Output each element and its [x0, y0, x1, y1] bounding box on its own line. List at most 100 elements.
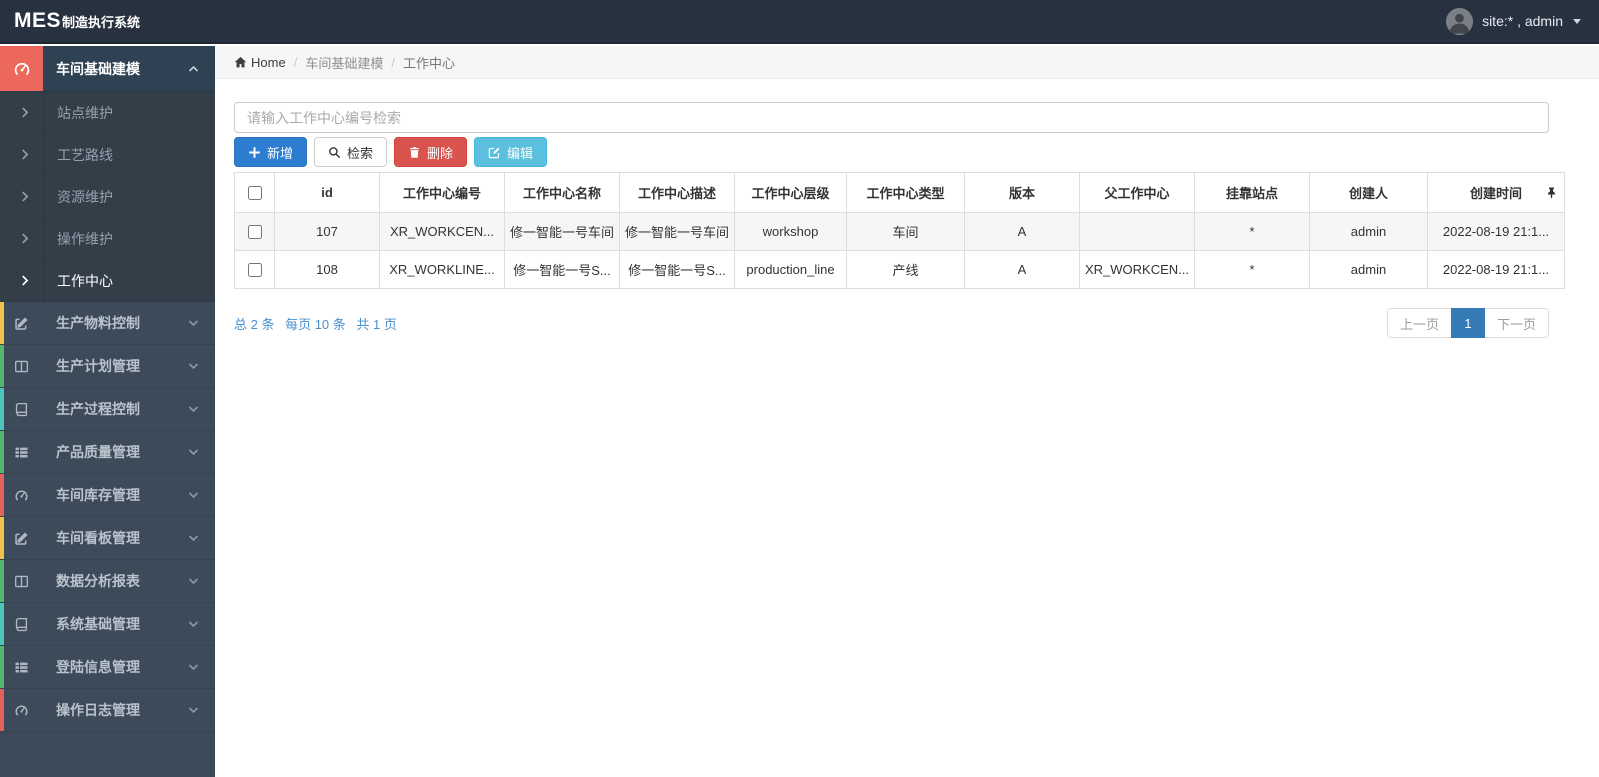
- sidebar-subitem[interactable]: 操作维护: [0, 218, 215, 260]
- content-area: Home / 车间基础建模 / 工作中心 新增 检索: [215, 46, 1599, 777]
- section-color-strip: [0, 388, 4, 430]
- search-button-label: 检索: [347, 145, 374, 161]
- row-select-cell: [234, 250, 275, 289]
- edit-button[interactable]: 编辑: [474, 137, 548, 167]
- sidebar-item[interactable]: 系统基础管理: [0, 603, 215, 646]
- col-header-type: 工作中心类型: [846, 172, 965, 213]
- cell-id: 108: [274, 250, 380, 289]
- sidebar-item[interactable]: 生产计划管理: [0, 345, 215, 388]
- section-color-strip: [0, 603, 4, 645]
- user-menu[interactable]: site:* , admin: [1446, 7, 1581, 35]
- row-select-cell: [234, 212, 275, 251]
- prev-page-button[interactable]: 上一页: [1386, 308, 1452, 338]
- top-navbar: MES 制造执行系统 site:* , admin: [0, 0, 1599, 44]
- list-icon: [0, 445, 43, 460]
- sidebar-item-label: 系统基础管理: [56, 616, 140, 632]
- section-color-strip: [0, 517, 4, 559]
- table-header-row: id 工作中心编号 工作中心名称 工作中心描述 工作中心层级 工作中心类型 版本…: [234, 172, 1565, 213]
- pagination: 上一页 1 下一页: [1386, 308, 1549, 338]
- sidebar-subitem-label: 工作中心: [57, 272, 113, 289]
- sidebar-subitem-label: 工艺路线: [57, 146, 113, 163]
- chevron-down-icon: [188, 576, 199, 586]
- chevron-down-icon: [188, 705, 199, 715]
- edit-icon: [0, 531, 43, 546]
- section-color-strip: [0, 345, 4, 387]
- trash-icon: [408, 146, 421, 159]
- search-input[interactable]: [234, 102, 1549, 133]
- sidebar-item[interactable]: 登陆信息管理: [0, 646, 215, 689]
- workcenter-table: id 工作中心编号 工作中心名称 工作中心描述 工作中心层级 工作中心类型 版本…: [234, 172, 1565, 289]
- sidebar-item[interactable]: 车间库存管理: [0, 474, 215, 517]
- chevron-right-icon: [21, 107, 30, 118]
- col-header-created-label: 创建时间: [1469, 186, 1522, 201]
- sidebar-item[interactable]: 产品质量管理: [0, 431, 215, 474]
- cell-station: *: [1194, 212, 1310, 251]
- chevron-up-icon: [188, 64, 199, 74]
- sidebar-item-label: 生产物料控制: [56, 315, 140, 331]
- col-header-desc: 工作中心描述: [619, 172, 735, 213]
- chevron-right-icon: [21, 191, 30, 202]
- cell-created: 2022-08-19 21:1...: [1427, 212, 1565, 251]
- sidebar-item-label: 车间基础建模: [56, 60, 140, 77]
- sidebar-item-label: 产品质量管理: [56, 444, 140, 460]
- select-all-cell: [234, 172, 275, 213]
- col-header-id: id: [274, 172, 380, 213]
- row-checkbox[interactable]: [247, 225, 262, 240]
- sidebar-item[interactable]: 数据分析报表: [0, 560, 215, 603]
- section-color-strip: [0, 474, 4, 516]
- chevron-down-icon: [188, 533, 199, 543]
- table-row[interactable]: 108 XR_WORKLINE... 修一智能一号S... 修一智能一号S...…: [234, 250, 1565, 289]
- add-button[interactable]: 新增: [234, 137, 308, 167]
- search-button[interactable]: 检索: [314, 137, 388, 167]
- cell-level: workshop: [734, 212, 847, 251]
- sidebar-item-label: 登陆信息管理: [56, 659, 140, 675]
- cell-desc: 修一智能一号S...: [619, 250, 735, 289]
- pin-icon[interactable]: [1547, 187, 1556, 198]
- cell-version: A: [964, 250, 1080, 289]
- edit-icon: [0, 316, 43, 331]
- cell-creator: admin: [1309, 250, 1428, 289]
- delete-button-label: 删除: [427, 145, 454, 161]
- page-body: 新增 检索 删除 编辑: [215, 79, 1599, 338]
- section-color-strip: [0, 689, 4, 731]
- sidebar-item[interactable]: 生产物料控制: [0, 302, 215, 345]
- sidebar-item-workshop-base-modeling[interactable]: 车间基础建模: [0, 46, 215, 92]
- section-color-strip: [0, 431, 4, 473]
- page-size: 每页 10 条: [285, 316, 346, 332]
- sidebar-subitem[interactable]: 资源维护: [0, 176, 215, 218]
- cell-name: 修一智能一号S...: [504, 250, 620, 289]
- gauge-icon: [0, 488, 43, 503]
- cell-name: 修一智能一号车间: [504, 212, 620, 251]
- sidebar-item[interactable]: 操作日志管理: [0, 689, 215, 732]
- sidebar: 车间基础建模 站点维护 工艺路线 资源维护 操作维护 工作中心 生产物料控制 生…: [0, 46, 215, 777]
- sidebar-subitem[interactable]: 站点维护: [0, 92, 215, 134]
- next-page-button[interactable]: 下一页: [1483, 308, 1549, 338]
- app-logo[interactable]: MES 制造执行系统: [14, 9, 140, 33]
- sidebar-sections: 生产物料控制 生产计划管理 生产过程控制 产品质量管理 车间库存管理 车间看板管…: [0, 302, 215, 732]
- gauge-icon: [0, 703, 43, 718]
- cell-id: 107: [274, 212, 380, 251]
- select-all-checkbox[interactable]: [247, 186, 262, 201]
- section-color-strip: [0, 560, 4, 602]
- plus-icon: [248, 146, 261, 159]
- chevron-down-icon: [188, 404, 199, 414]
- user-label: site:* , admin: [1482, 13, 1563, 29]
- breadcrumb-home-link[interactable]: Home: [234, 55, 286, 70]
- col-header-creator: 创建人: [1309, 172, 1428, 213]
- page-1-button[interactable]: 1: [1450, 308, 1485, 338]
- breadcrumb: Home / 车间基础建模 / 工作中心: [215, 46, 1599, 79]
- sidebar-item[interactable]: 生产过程控制: [0, 388, 215, 431]
- table-row[interactable]: 107 XR_WORKCEN... 修一智能一号车间 修一智能一号车间 work…: [234, 212, 1565, 251]
- breadcrumb-item: 车间基础建模: [305, 55, 384, 71]
- cell-parent: XR_WORKCEN...: [1079, 250, 1195, 289]
- delete-button[interactable]: 删除: [394, 137, 468, 167]
- sidebar-item[interactable]: 车间看板管理: [0, 517, 215, 560]
- toolbar: 新增 检索 删除 编辑: [234, 137, 1563, 167]
- col-header-created: 创建时间: [1427, 172, 1565, 213]
- sidebar-subitem[interactable]: 工艺路线: [0, 134, 215, 176]
- sidebar-subitem[interactable]: 工作中心: [0, 260, 215, 302]
- cell-parent: [1079, 212, 1195, 251]
- cell-created: 2022-08-19 21:1...: [1427, 250, 1565, 289]
- sidebar-item-label: 操作日志管理: [56, 702, 140, 718]
- row-checkbox[interactable]: [247, 263, 262, 278]
